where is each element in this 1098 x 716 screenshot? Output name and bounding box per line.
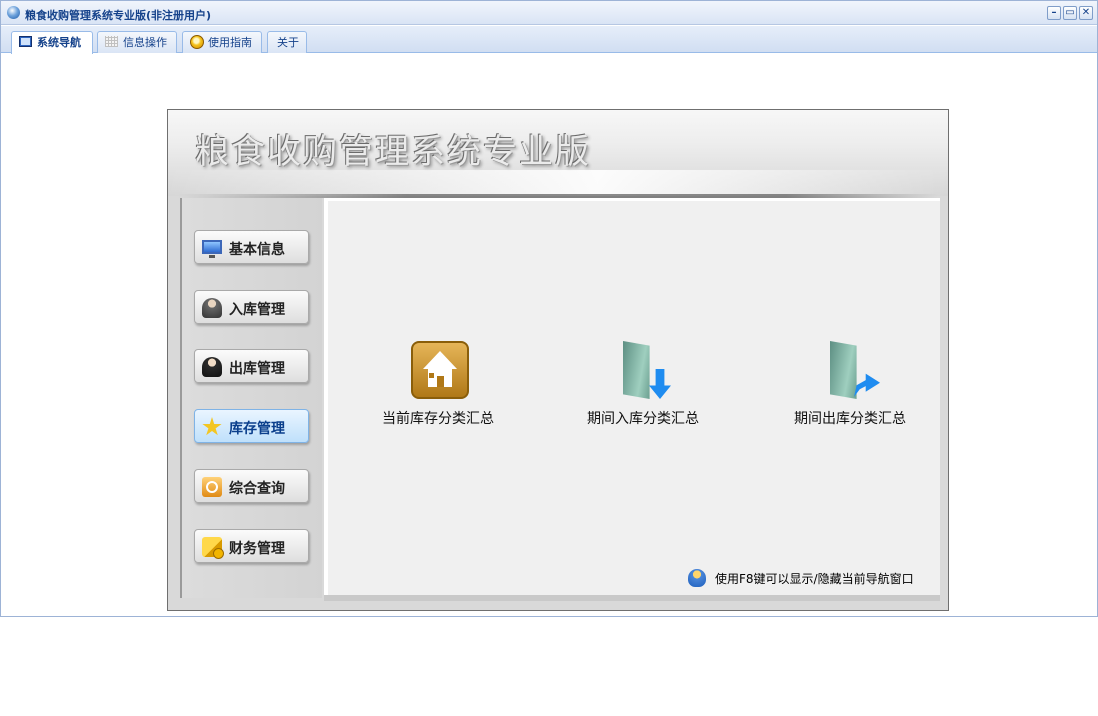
tab-label: 信息操作 <box>123 36 167 49</box>
house-window <box>429 373 434 378</box>
tab-label: 关于 <box>277 36 299 49</box>
arrow-down-icon <box>649 369 671 399</box>
sidebar-item-label: 基本信息 <box>229 242 285 258</box>
close-button[interactable]: ✕ <box>1079 6 1093 20</box>
sidebar-item-finance[interactable]: 财务管理 <box>194 529 309 563</box>
sidebar-item-outbound[interactable]: 出库管理 <box>194 349 309 383</box>
tab-system-navigation[interactable]: 系统导航 <box>11 31 93 54</box>
sidebar-item-label: 库存管理 <box>229 421 285 437</box>
minimize-button[interactable]: – <box>1047 6 1061 20</box>
feature-label: 期间入库分类汇总 <box>587 411 699 427</box>
sidebar-item-label: 出库管理 <box>229 361 285 377</box>
search-icon <box>202 477 222 497</box>
sidebar-item-basic-info[interactable]: 基本信息 <box>194 230 309 264</box>
tip-text: 使用F8键可以显示/隐藏当前导航窗口 <box>715 572 914 586</box>
house-icon <box>411 341 469 399</box>
monitor-icon <box>202 240 222 258</box>
arrow-out-icon <box>854 373 880 397</box>
tab-label: 系统导航 <box>37 36 81 49</box>
house-door <box>437 376 444 387</box>
monitor-icon <box>19 36 32 47</box>
finance-icon <box>202 537 224 559</box>
tab-user-guide[interactable]: 使用指南 <box>182 31 262 53</box>
title-bar: 粮食收购管理系统专业版(非注册用户) – ▭ ✕ <box>1 1 1097 25</box>
tab-about[interactable]: 关于 <box>267 31 307 53</box>
info-icon <box>190 35 204 49</box>
sidebar-item-inbound[interactable]: 入库管理 <box>194 290 309 324</box>
feature-period-inbound-summary[interactable]: 期间入库分类汇总 <box>563 341 723 431</box>
person-icon <box>202 298 222 318</box>
tab-label: 使用指南 <box>208 36 252 49</box>
tab-info-operations[interactable]: 信息操作 <box>97 31 177 53</box>
feature-label: 当前库存分类汇总 <box>382 411 494 427</box>
sidebar-item-inventory[interactable]: 库存管理 <box>194 409 309 443</box>
sidebar-item-label: 财务管理 <box>229 541 285 557</box>
sidebar-item-query[interactable]: 综合查询 <box>194 469 309 503</box>
sidebar-item-label: 入库管理 <box>229 302 285 318</box>
tab-bar: 系统导航 信息操作 使用指南 关于 <box>1 26 1097 54</box>
banner: 粮食收购管理系统专业版 <box>168 110 948 196</box>
navigation-panel: 粮食收购管理系统专业版 基本信息 入库管理 出库管理 库存管理 综合查询 财务管… <box>167 109 949 611</box>
person-icon <box>202 357 222 377</box>
folder-out-icon <box>830 341 857 399</box>
restore-button[interactable]: ▭ <box>1063 6 1077 20</box>
banner-decoration <box>168 170 948 196</box>
sidebar: 基本信息 入库管理 出库管理 库存管理 综合查询 财务管理 <box>180 198 322 598</box>
sidebar-item-label: 综合查询 <box>229 481 285 497</box>
window-title: 粮食收购管理系统专业版(非注册用户) <box>25 9 212 22</box>
content-area: 当前库存分类汇总 期间入库分类汇总 期间出库分类汇总 <box>324 198 940 598</box>
star-icon <box>202 417 222 436</box>
content-bottom-bar <box>324 595 940 601</box>
app-logo-icon <box>7 6 20 19</box>
grid-icon <box>105 36 118 47</box>
feature-current-inventory-summary[interactable]: 当前库存分类汇总 <box>358 341 518 431</box>
feature-label: 期间出库分类汇总 <box>794 411 906 427</box>
banner-title: 粮食收购管理系统专业版 <box>195 132 591 172</box>
user-icon <box>688 569 706 587</box>
window-controls: – ▭ ✕ <box>1047 6 1093 20</box>
feature-period-outbound-summary[interactable]: 期间出库分类汇总 <box>770 341 930 431</box>
